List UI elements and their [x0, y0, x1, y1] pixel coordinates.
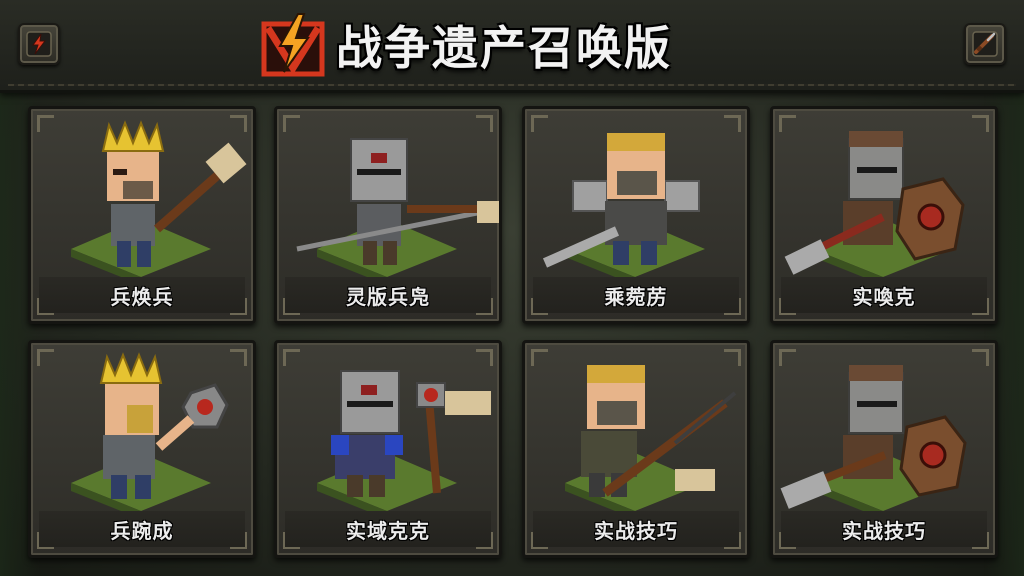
- lightning-button[interactable]: [18, 23, 60, 65]
- hero-name: 实域克克: [346, 518, 430, 543]
- rifle-icon: [972, 31, 998, 57]
- hero-card-3[interactable]: 乘菀苈: [522, 106, 750, 324]
- hero-portrait-crown-warrior-mace: [71, 352, 229, 515]
- hero-name: 兵焕兵: [110, 284, 174, 309]
- hero-name: 兵踠成: [110, 518, 174, 543]
- hero-portrait-blonde-warrior-sword: [542, 133, 705, 281]
- hero-card-4[interactable]: 实喚克: [770, 106, 998, 324]
- hero-name: 灵版兵凫: [346, 284, 430, 309]
- hero-card-1[interactable]: 兵焕兵: [28, 106, 256, 324]
- lightning-icon: [26, 31, 52, 57]
- card-label-bar: 实战技巧: [781, 511, 987, 547]
- lightning-badge-icon: [261, 13, 325, 77]
- card-label-bar: 兵焕兵: [39, 277, 245, 313]
- title-group: 战争遗产召唤版: [258, 8, 672, 82]
- top-bar: 战争遗产召唤版: [0, 0, 1024, 93]
- hero-card-2[interactable]: 灵版兵凫: [274, 106, 502, 324]
- hero-portrait-crown-warrior-hammer: [71, 120, 247, 281]
- card-label-bar: 实喚克: [781, 277, 987, 313]
- hero-card-6[interactable]: 实域克克: [274, 340, 502, 558]
- hero-name: 实战技巧: [594, 518, 678, 543]
- hero-portrait-helmet-knight-hammer: [317, 370, 491, 515]
- hero-name: 实战技巧: [842, 518, 926, 543]
- card-label-bar: 实战技巧: [533, 511, 739, 547]
- hero-portrait-helmet-knight-spear: [296, 138, 499, 281]
- hero-name: 实喚克: [852, 284, 916, 309]
- hero-portrait-brown-knight-shield: [784, 131, 965, 281]
- card-label-bar: 灵版兵凫: [285, 277, 491, 313]
- page-title: 战争遗产召唤版: [336, 21, 672, 75]
- hero-card-5[interactable]: 兵踠成: [28, 340, 256, 558]
- hero-card-8[interactable]: 实战技巧: [770, 340, 998, 558]
- hero-card-7[interactable]: 实战技巧: [522, 340, 750, 558]
- card-label-bar: 乘菀苈: [533, 277, 739, 313]
- hero-portrait-blonde-warrior-rifle: [565, 365, 737, 515]
- card-label-bar: 实域克克: [285, 511, 491, 547]
- hero-name: 乘菀苈: [604, 284, 668, 309]
- card-label-bar: 兵踠成: [39, 511, 245, 547]
- weapon-button[interactable]: [964, 23, 1006, 65]
- hero-portrait-brown-knight-hammer: [780, 365, 967, 515]
